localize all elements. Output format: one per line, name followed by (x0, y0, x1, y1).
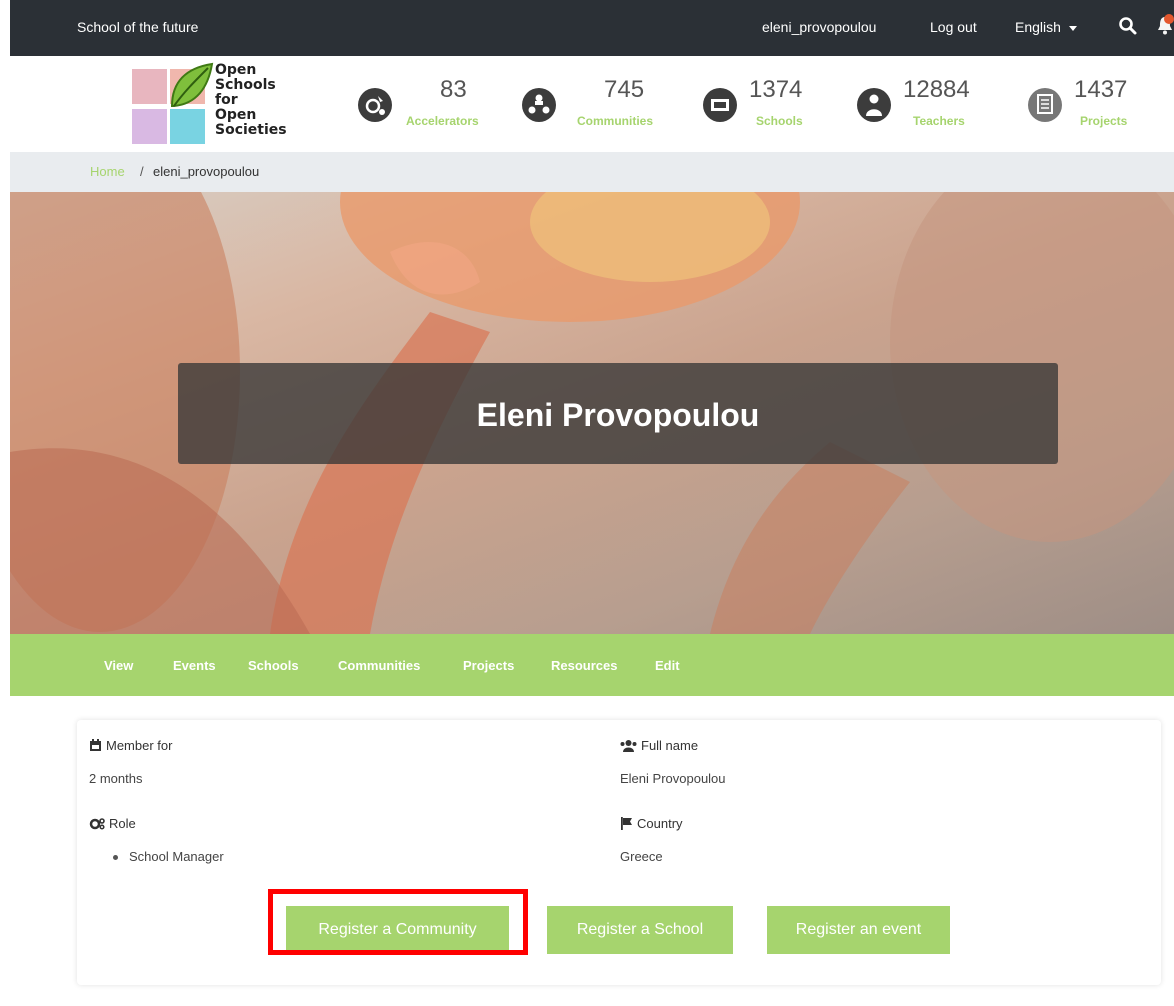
stat-teachers[interactable]: 12884 Teachers (857, 76, 987, 136)
role-value: School Manager (129, 849, 224, 864)
full-name-label: Full name (620, 738, 698, 753)
stat-value: 83 (440, 76, 467, 103)
stat-schools[interactable]: 1374 Schools (703, 76, 823, 136)
country-text: Country (637, 816, 683, 831)
stat-value: 12884 (903, 76, 970, 103)
stat-value: 1437 (1074, 76, 1128, 103)
register-school-button[interactable]: Register a School (547, 906, 733, 954)
logo-line: Open (215, 62, 257, 78)
flag-icon (621, 817, 632, 830)
stat-label: Communities (577, 114, 654, 128)
breadcrumb-current: eleni_provopoulou (153, 164, 260, 179)
member-for-label: Member for (89, 738, 172, 753)
tab-communities[interactable]: Communities (338, 658, 420, 673)
tab-edit[interactable]: Edit (655, 658, 680, 673)
stat-value: 745 (604, 76, 645, 103)
tab-events[interactable]: Events (173, 658, 216, 673)
stat-label: Accelerators (406, 114, 479, 128)
list-bullet (113, 855, 118, 860)
communities-icon (522, 88, 556, 122)
users-icon (620, 740, 637, 752)
member-for-value: 2 months (89, 771, 143, 786)
logo-square (170, 109, 205, 144)
tab-view[interactable]: View (104, 658, 133, 673)
language-dropdown[interactable]: English (1015, 19, 1077, 35)
site-brand-link[interactable]: School of the future (77, 19, 198, 35)
role-text: Role (109, 816, 136, 831)
calendar-icon (90, 739, 101, 751)
register-event-button[interactable]: Register an event (767, 906, 950, 954)
profile-details-card: Member for 2 months Role School Manager … (77, 720, 1161, 985)
stats-header: Open Schools for Open Societies 83 Accel… (10, 56, 1174, 152)
logo-line: Schools for (215, 77, 276, 108)
schools-icon (703, 88, 737, 122)
accelerator-icon (358, 88, 392, 122)
tab-resources[interactable]: Resources (551, 658, 617, 673)
breadcrumb-home-link[interactable]: Home (90, 164, 125, 179)
tab-schools[interactable]: Schools (248, 658, 299, 673)
logo-text: Open Schools for Open Societies (215, 63, 292, 138)
member-for-text: Member for (106, 738, 173, 753)
language-label: English (1015, 19, 1061, 35)
stat-communities[interactable]: 745 Communities (522, 76, 682, 136)
teachers-icon (857, 88, 891, 122)
stat-label: Teachers (913, 114, 965, 128)
bell-icon[interactable] (1156, 14, 1174, 36)
site-logo[interactable]: Open Schools for Open Societies (132, 62, 292, 148)
logo-line: Societies (215, 122, 287, 138)
stat-value: 1374 (749, 76, 803, 103)
profile-name-box: Eleni Provopoulou (178, 363, 1058, 464)
projects-icon (1028, 88, 1062, 122)
full-name-text: Full name (641, 738, 699, 753)
country-label: Country (620, 816, 683, 831)
stat-accelerators[interactable]: 83 Accelerators (358, 76, 508, 136)
profile-name: Eleni Provopoulou (476, 397, 760, 433)
profile-tabs: View Events Schools Communities Projects… (10, 634, 1174, 696)
caret-down-icon (1068, 25, 1077, 31)
top-bar: School of the future eleni_provopoulou L… (10, 0, 1174, 56)
page: School of the future eleni_provopoulou L… (0, 0, 1174, 1006)
leaf-icon (170, 62, 214, 107)
stat-label: Schools (756, 114, 803, 128)
username-link[interactable]: eleni_provopoulou (762, 19, 876, 35)
logo-line: Open (215, 107, 257, 123)
stat-label: Projects (1080, 114, 1128, 128)
breadcrumb-separator: / (140, 164, 144, 179)
logo-square (132, 109, 167, 144)
search-icon[interactable] (1118, 16, 1138, 36)
country-value: Greece (620, 849, 663, 864)
logout-link[interactable]: Log out (930, 19, 977, 35)
cogs-icon (89, 818, 105, 830)
profile-hero-banner: Eleni Provopoulou (10, 192, 1174, 634)
role-label: Role (89, 816, 136, 831)
logo-square (132, 69, 167, 104)
highlight-box (268, 889, 528, 955)
tab-projects[interactable]: Projects (463, 658, 514, 673)
full-name-value: Eleni Provopoulou (620, 771, 726, 786)
stat-projects[interactable]: 1437 Projects (1028, 76, 1138, 136)
breadcrumb: Home / eleni_provopoulou (10, 152, 1174, 192)
